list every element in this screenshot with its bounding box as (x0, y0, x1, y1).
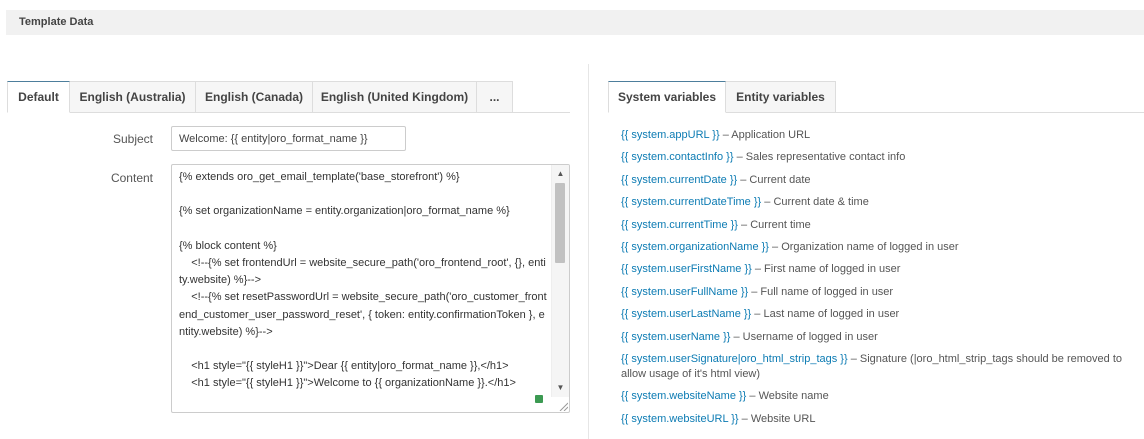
content-scrollbar[interactable]: ▲ ▼ (551, 165, 569, 397)
resize-handle-icon[interactable] (558, 401, 568, 411)
status-indicator-icon (535, 395, 543, 403)
list-item: {{ system.currentDate }} – Current date (621, 173, 1136, 188)
code-line: <h1 style="{{ styleH1 }}">Welcome to {{ … (179, 377, 516, 390)
variable-link[interactable]: {{ system.userLastName }} (621, 308, 751, 320)
tabs-baseline (513, 112, 570, 113)
list-item: {{ system.currentDateTime }} – Current d… (621, 195, 1136, 210)
variable-tabs-baseline (836, 112, 1144, 113)
variable-link[interactable]: {{ system.organizationName }} (621, 241, 769, 253)
code-line: {% set organizationName = entity.organiz… (179, 205, 510, 218)
scroll-down-icon[interactable]: ▼ (552, 381, 569, 395)
variable-link[interactable]: {{ system.userFullName }} (621, 286, 748, 298)
scroll-up-icon[interactable]: ▲ (552, 167, 569, 181)
variable-description: – Current date (737, 173, 811, 186)
code-line: <!--{% set resetPasswordUrl = website_se… (179, 291, 547, 338)
list-item: {{ system.contactInfo }} – Sales represe… (621, 150, 1136, 165)
variable-link[interactable]: {{ system.currentDate }} (621, 174, 737, 186)
section-header: Template Data (6, 10, 1144, 35)
system-variables-list: {{ system.appURL }} – Application URL {{… (621, 128, 1136, 434)
tab-english-united-kingdom[interactable]: English (United Kingdom) (313, 81, 477, 113)
list-item: {{ system.userSignature|oro_html_strip_t… (621, 352, 1136, 382)
variable-link[interactable]: {{ system.currentTime }} (621, 219, 738, 231)
variable-description: – Last name of logged in user (751, 308, 900, 321)
code-line: {% block content %} (179, 239, 277, 252)
tab-default[interactable]: Default (7, 81, 70, 113)
variable-link[interactable]: {{ system.websiteName }} (621, 390, 746, 402)
variable-link[interactable]: {{ system.userName }} (621, 331, 730, 343)
list-item: {{ system.currentTime }} – Current time (621, 218, 1136, 233)
section-title: Template Data (19, 16, 94, 28)
code-line: {% extends oro_get_email_template('base_… (179, 171, 460, 183)
variable-description: – Full name of logged in user (748, 285, 894, 298)
list-item: {{ system.websiteName }} – Website name (621, 389, 1136, 404)
tab-more[interactable]: ... (477, 81, 513, 113)
variable-description: – Current time (737, 218, 811, 231)
variable-description: – Current date & time (761, 196, 869, 209)
variable-link[interactable]: {{ system.websiteURL }} (621, 413, 739, 425)
scrollbar-thumb[interactable] (555, 183, 565, 263)
list-item: {{ system.userLastName }} – Last name of… (621, 307, 1136, 322)
variable-link[interactable]: {{ system.contactInfo }} (621, 151, 734, 163)
content-code[interactable]: {% extends oro_get_email_template('base_… (179, 169, 547, 393)
subject-label: Subject (112, 132, 153, 146)
variable-description: – Application URL (719, 129, 811, 141)
list-item: {{ system.userFullName }} – Full name of… (621, 285, 1136, 300)
content-label: Content (110, 171, 153, 185)
list-item: {{ system.websiteURL }} – Website URL (621, 412, 1136, 427)
variable-description: – Username of logged in user (730, 330, 878, 343)
variable-link[interactable]: {{ system.userSignature|oro_html_strip_t… (621, 353, 848, 365)
variable-description: – Website name (746, 390, 829, 403)
code-line: <h1 style="{{ styleH1 }}">Dear {{ entity… (179, 360, 509, 373)
variable-tabs: System variables Entity variables (608, 81, 836, 113)
variable-link[interactable]: {{ system.userFirstName }} (621, 263, 752, 275)
tab-english-australia[interactable]: English (Australia) (70, 81, 196, 113)
variable-link[interactable]: {{ system.currentDateTime }} (621, 196, 761, 208)
tab-english-canada[interactable]: English (Canada) (196, 81, 313, 113)
tab-entity-variables[interactable]: Entity variables (726, 81, 836, 113)
variable-description: – Sales representative contact info (733, 151, 906, 164)
subject-input[interactable] (171, 126, 406, 151)
tab-system-variables[interactable]: System variables (608, 81, 726, 113)
list-item: {{ system.appURL }} – Application URL (621, 128, 1136, 143)
variable-description: – Website URL (738, 412, 816, 425)
list-item: {{ system.organizationName }} – Organiza… (621, 240, 1136, 255)
variable-link[interactable]: {{ system.appURL }} (621, 129, 720, 141)
code-line: <!--{% set frontendUrl = website_secure_… (179, 256, 546, 287)
list-item: {{ system.userName }} – Username of logg… (621, 330, 1136, 345)
variable-description: – Organization name of logged in user (768, 240, 959, 253)
list-item: {{ system.userFirstName }} – First name … (621, 262, 1136, 277)
content-editor[interactable]: {% extends oro_get_email_template('base_… (171, 164, 570, 413)
locale-tabs: Default English (Australia) English (Can… (7, 81, 513, 113)
column-divider (588, 64, 589, 439)
variable-description: – First name of logged in user (751, 263, 901, 276)
